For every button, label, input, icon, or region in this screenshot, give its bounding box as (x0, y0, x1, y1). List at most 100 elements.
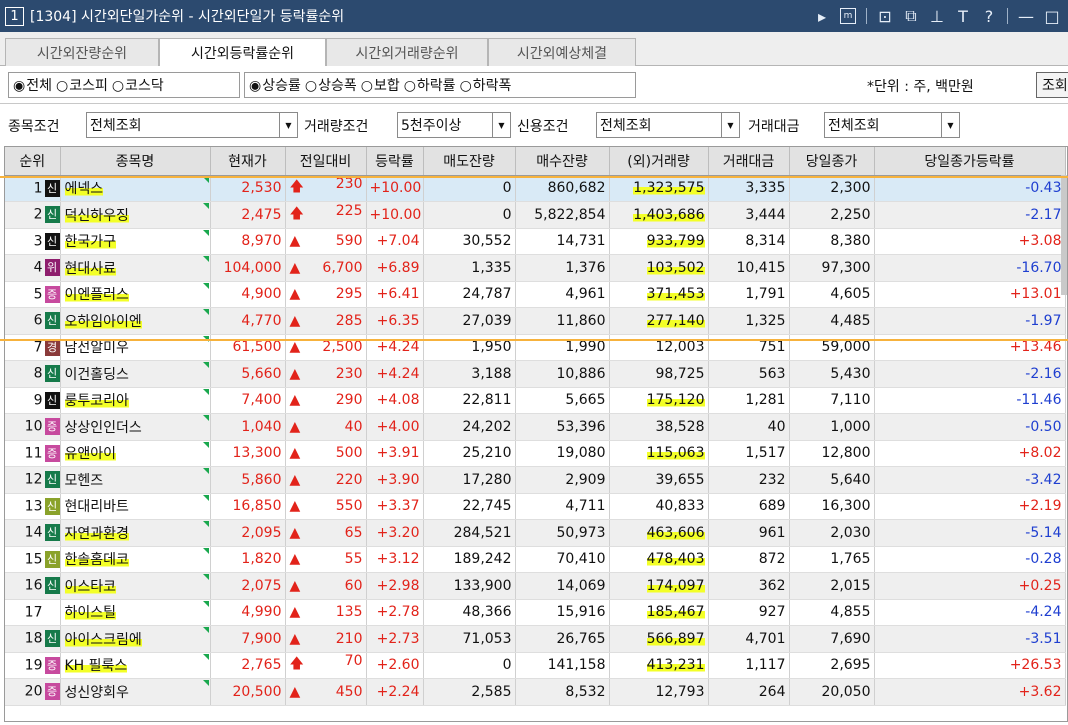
table-row[interactable]: 20 증 성신양회우 20,500 ▲ 450 +2.24 2,585 8,532 12,793 2… (5, 678, 1066, 706)
radio-market-kosdaq[interactable]: ○코스닥 (112, 75, 164, 95)
table-row[interactable]: 10 증 상상인인더스 1,040 ▲ 40 +4.00 24,202 53,396 38,528… (5, 413, 1066, 441)
radio-sort-fall-amount[interactable]: ○하락폭 (460, 75, 512, 95)
tab-overtime-volume[interactable]: 시간외거래량순위 (326, 38, 488, 66)
stock-name-cell[interactable]: 오하임아이엔 (60, 307, 211, 335)
help-icon[interactable]: ? (981, 7, 997, 26)
table-row[interactable]: 16 신 이스타코 2,075 ▲ 60 +2.98 133,900 14,069 174,097… (5, 572, 1066, 600)
upper-limit-arrow-icon: 🡅 (289, 656, 304, 673)
stock-name-cell[interactable]: 한솔홈데코 (60, 546, 211, 573)
table-row[interactable]: 4 위 현대사료 104,000 ▲ 6,700 +6.89 1,335 1,376 103,50… (5, 254, 1066, 282)
stock-name-cell[interactable]: 아이스크림에 (60, 625, 211, 653)
stock-name: 유앤아이 (64, 446, 117, 463)
link-window-icon[interactable]: ⊡ (877, 7, 893, 26)
table-row[interactable]: 7 경 남선알미우 61,500 ▲ 2,500 +4.24 1,950 1,990 12,003… (5, 334, 1066, 361)
table-row[interactable]: 12 신 모헨즈 5,860 ▲ 220 +3.90 17,280 2,909 39,655 232… (5, 466, 1066, 494)
tab-overtime-balance[interactable]: 시간외잔량순위 (5, 38, 159, 66)
font-size-icon[interactable]: T (955, 7, 971, 26)
radio-sort-fall-rate[interactable]: ○하락률 (404, 75, 456, 95)
scrollbar-thumb[interactable] (1061, 175, 1067, 295)
table-row[interactable]: 8 신 이건홀딩스 5,660 ▲ 230 +4.24 3,188 10,886 98,725 56… (5, 360, 1066, 388)
header-rate[interactable]: 등락률 (366, 147, 424, 176)
stock-name-cell[interactable]: 한국가구 (60, 228, 211, 255)
close-rate-cell: -1.97 (874, 307, 1066, 335)
chevron-down-icon[interactable]: ▼ (279, 113, 297, 137)
table-row[interactable]: 6 신 오하임아이엔 4,770 ▲ 285 +6.35 27,039 11,860 277,14… (5, 307, 1066, 335)
amount-condition-select[interactable]: 전체조회 ▼ (824, 112, 960, 138)
table-row[interactable]: 3 신 한국가구 8,970 ▲ 590 +7.04 30,552 14,731 933,799 8… (5, 228, 1066, 255)
header-rank[interactable]: 순위 (5, 147, 61, 176)
lookup-button[interactable]: 조회 (1036, 72, 1068, 98)
chevron-down-icon[interactable]: ▼ (941, 113, 959, 137)
stock-name-cell[interactable]: 이건홀딩스 (60, 360, 211, 388)
stock-name-cell[interactable]: 이스타코 (60, 572, 211, 600)
close-cell: 7,110 (789, 387, 875, 414)
table-row[interactable]: 18 신 아이스크림에 7,900 ▲ 210 +2.73 71,053 26,765 566,8… (5, 625, 1066, 653)
stock-name-cell[interactable]: 유앤아이 (60, 440, 211, 467)
stock-name-cell[interactable]: 현대리바트 (60, 493, 211, 520)
table-row[interactable]: 15 신 한솔홈데코 1,820 ▲ 55 +3.12 189,242 70,410 478,40… (5, 546, 1066, 573)
stock-name-cell[interactable]: 룽투코리아 (60, 387, 211, 414)
stock-name-cell[interactable]: 자연과환경 (60, 519, 211, 547)
stock-name-cell[interactable]: 모헨즈 (60, 466, 211, 494)
stock-name-cell[interactable]: KH 필룩스 (60, 652, 211, 679)
radio-sort-flat[interactable]: ○보합 (361, 75, 400, 95)
table-row[interactable]: 9 신 룽투코리아 7,400 ▲ 290 +4.08 22,811 5,665 175,120 1… (5, 387, 1066, 414)
stock-name-cell[interactable]: 상상인인더스 (60, 413, 211, 441)
header-sell[interactable]: 매도잔량 (423, 147, 516, 176)
tab-overtime-rate[interactable]: 시간외등락률순위 (159, 38, 326, 67)
table-row[interactable]: 13 신 현대리바트 16,850 ▲ 550 +3.37 22,745 4,711 40,833… (5, 493, 1066, 520)
expand-arrow-icon[interactable]: ▸ (814, 7, 830, 26)
tab-overtime-expected[interactable]: 시간외예상체결 (488, 38, 636, 66)
maximize-icon[interactable]: □ (1044, 7, 1060, 26)
rank-cell: 17 (5, 599, 61, 626)
copy-window-icon[interactable]: ⧉ (903, 6, 919, 25)
close-cell: 2,030 (789, 519, 875, 547)
chevron-down-icon[interactable]: ▼ (721, 113, 739, 137)
amount-cell: 1,517 (708, 440, 790, 467)
buy-cell: 5,822,854 (515, 201, 610, 229)
header-name[interactable]: 종목명 (60, 147, 211, 176)
table-row[interactable]: 17 하이스틸 4,990 ▲ 135 +2.78 48,366 15,916 185,467 9… (5, 599, 1066, 626)
close-cell: 1,000 (789, 413, 875, 441)
credit-condition-select[interactable]: 전체조회 ▼ (596, 112, 740, 138)
rank-cell: 8신 (5, 360, 61, 388)
header-close[interactable]: 당일종가 (789, 147, 875, 176)
stock-name: 상상인인더스 (64, 419, 142, 436)
table-row[interactable]: 2 신 덕신하우징 2,475 🡅 225 +10.00 0 5,822,854 1,403,68… (5, 201, 1066, 229)
radio-market-kospi[interactable]: ○코스피 (56, 75, 108, 95)
table-row[interactable]: 11 증 유앤아이 13,300 ▲ 500 +3.91 25,210 19,080 115,06… (5, 440, 1066, 467)
radio-market-all[interactable]: ◉전체 (13, 75, 52, 95)
header-change[interactable]: 전일대비 (285, 147, 367, 176)
stock-name-cell[interactable]: 성신양회우 (60, 678, 211, 706)
new-flag-icon (202, 680, 209, 686)
table-row[interactable]: 19 증 KH 필룩스 2,765 🡅 70 +2.60 0 141,158 413,231 1,1… (5, 652, 1066, 679)
header-close-rate[interactable]: 당일종가등락률 (874, 147, 1066, 176)
radio-sort-rise-rate[interactable]: ◉상승률 (249, 75, 301, 95)
header-price[interactable]: 현재가 (210, 147, 286, 176)
stock-name-cell[interactable]: 덕신하우징 (60, 201, 211, 229)
memo-icon[interactable]: m (840, 8, 856, 24)
radio-sort-rise-amount[interactable]: ○상승폭 (305, 75, 357, 95)
stock-name-cell[interactable]: 에넥스 (60, 175, 211, 202)
chevron-down-icon[interactable]: ▼ (492, 113, 510, 137)
header-amount[interactable]: 거래대금 (708, 147, 790, 176)
table-row[interactable]: 5 증 이엔플러스 4,900 ▲ 295 +6.41 24,787 4,961 371,453 1… (5, 281, 1066, 308)
volume-condition-select[interactable]: 5천주이상 ▼ (397, 112, 511, 138)
header-buy[interactable]: 매수잔량 (515, 147, 610, 176)
table-row[interactable]: 1 신 에넥스 2,530 🡅 230 +10.00 0 860,682 1,323,575 3,3… (5, 175, 1066, 202)
buy-cell: 5,665 (515, 387, 610, 414)
minimize-icon[interactable]: — (1018, 7, 1034, 26)
pin-icon[interactable]: ⊥ (929, 7, 945, 26)
stock-name-cell[interactable]: 하이스틸 (60, 599, 211, 626)
stock-name-cell[interactable]: 이엔플러스 (60, 281, 211, 308)
stock-name-cell[interactable]: 현대사료 (60, 254, 211, 282)
header-volume[interactable]: (외)거래량 (609, 147, 709, 176)
change-cell: ▲ 450 (285, 678, 367, 706)
stock-condition-select[interactable]: 전체조회 ▼ (86, 112, 298, 138)
window-number[interactable]: 1 (5, 6, 24, 26)
close-rate-cell: +13.46 (874, 334, 1066, 361)
change-cell: ▲ 295 (285, 281, 367, 308)
table-row[interactable]: 14 신 자연과환경 2,095 ▲ 65 +3.20 284,521 50,973 463,60… (5, 519, 1066, 547)
volume-cell: 98,725 (609, 360, 709, 388)
stock-name-cell[interactable]: 남선알미우 (60, 334, 211, 361)
